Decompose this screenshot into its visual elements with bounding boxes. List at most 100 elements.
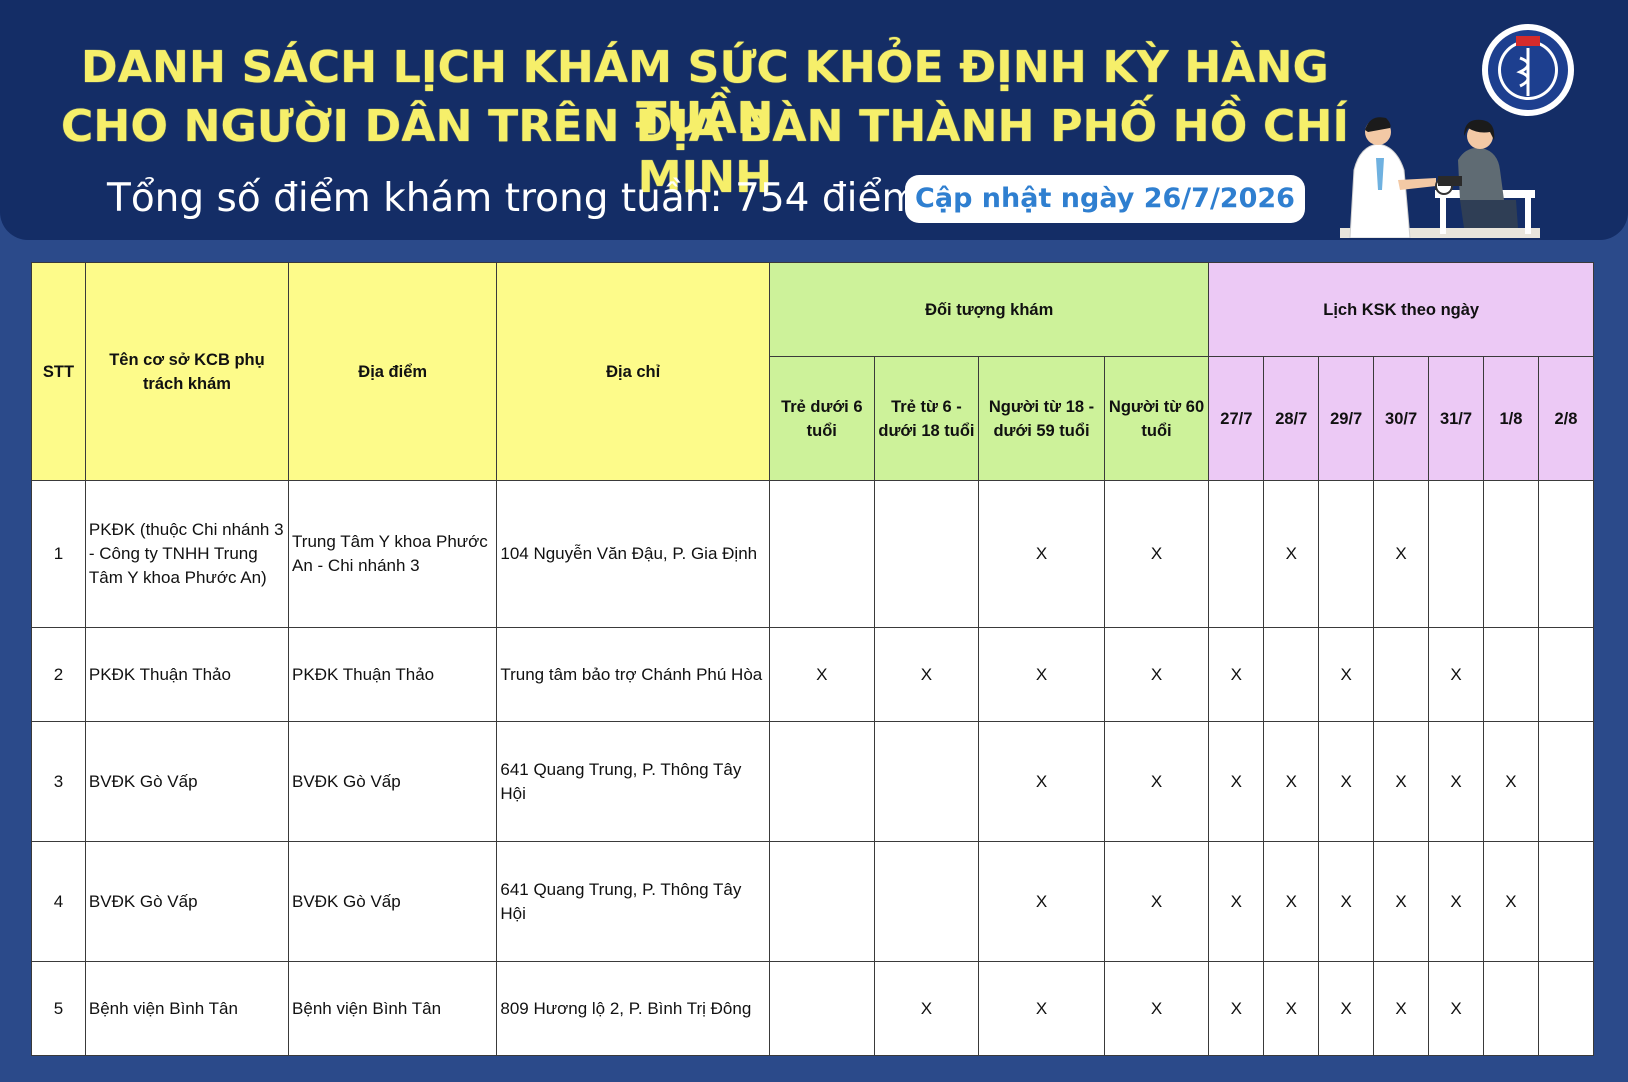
row-target-mark: X (978, 480, 1105, 628)
header-address: Địa chỉ (496, 262, 770, 481)
row-stt: 4 (31, 841, 86, 962)
header-schedule-group: Lịch KSK theo ngày (1208, 262, 1594, 357)
row-target-mark: X (873, 627, 980, 722)
header-day: 1/8 (1482, 356, 1539, 481)
row-day-mark: X (1428, 961, 1484, 1056)
header-facility: Tên cơ sở KCB phụ trách khám (84, 262, 290, 481)
row-address: Trung tâm bảo trợ Chánh Phú Hòa (496, 627, 770, 722)
row-day-mark: X (1208, 961, 1265, 1056)
row-day-mark (1537, 627, 1594, 722)
row-day-mark (1318, 480, 1375, 628)
table-row: 2 PKĐK Thuận Thảo PKĐK Thuận Thảo Trung tâm… (31, 627, 1594, 722)
row-day-mark: X (1428, 627, 1484, 722)
row-day-mark: X (1263, 480, 1320, 628)
row-day-mark (1537, 721, 1594, 842)
row-facility: BVĐK Gò Vấp (84, 721, 290, 842)
header-day: 27/7 (1208, 356, 1265, 481)
table-row: 3 BVĐK Gò Vấp BVĐK Gò Vấp 641 Quang Trung, … (31, 721, 1594, 842)
row-day-mark (1373, 627, 1430, 722)
row-stt: 5 (31, 961, 86, 1056)
header-target-group: Đối tượng khám (768, 262, 1210, 357)
header-day: 29/7 (1318, 356, 1375, 481)
row-day-mark: X (1373, 961, 1430, 1056)
row-day-mark: X (1263, 841, 1320, 962)
row-target-mark: X (768, 627, 875, 722)
row-day-mark (1537, 841, 1594, 962)
row-target-mark (768, 841, 875, 962)
row-location: Trung Tâm Y khoa Phước An - Chi nhánh 3 (288, 480, 498, 628)
row-day-mark: X (1318, 627, 1375, 722)
row-address: 809 Hương lộ 2, P. Bình Trị Đông (496, 961, 770, 1056)
row-target-mark: X (1103, 480, 1210, 628)
doctor-patient-illustration (1340, 117, 1540, 238)
row-day-mark: X (1482, 841, 1539, 962)
row-target-mark: X (1103, 841, 1210, 962)
row-target-mark (768, 721, 875, 842)
row-day-mark (1482, 627, 1539, 722)
row-day-mark: X (1428, 721, 1484, 842)
row-day-mark (1263, 627, 1320, 722)
row-target-mark: X (978, 961, 1105, 1056)
row-target-mark (873, 480, 980, 628)
row-target-mark (873, 841, 980, 962)
row-stt: 2 (31, 627, 86, 722)
row-day-mark (1537, 480, 1594, 628)
row-day-mark: X (1318, 961, 1375, 1056)
row-stt: 1 (31, 480, 86, 628)
row-day-mark: X (1208, 721, 1265, 842)
row-target-mark: X (1103, 721, 1210, 842)
row-day-mark: X (1263, 961, 1320, 1056)
row-facility: BVĐK Gò Vấp (84, 841, 290, 962)
row-target-mark: X (1103, 627, 1210, 722)
row-day-mark: X (1428, 841, 1484, 962)
row-target-mark: X (978, 627, 1105, 722)
health-department-logo-icon (1482, 24, 1574, 116)
table-body: 1 PKĐK (thuộc Chi nhánh 3 - Công ty TNHH … (31, 480, 1594, 1056)
row-target-mark: X (978, 721, 1105, 842)
table-row: 5 Bệnh viện Bình Tân Bệnh viện Bình Tân 809… (31, 961, 1594, 1056)
row-day-mark: X (1373, 841, 1430, 962)
update-date-badge: Cập nhật ngày 26/7/2026 (905, 175, 1305, 223)
row-address: 641 Quang Trung, P. Thông Tây Hội (496, 721, 770, 842)
row-day-mark: X (1208, 841, 1265, 962)
row-day-mark: X (1373, 721, 1430, 842)
row-day-mark (1208, 480, 1265, 628)
row-address: 641 Quang Trung, P. Thông Tây Hội (496, 841, 770, 962)
row-facility: PKĐK (thuộc Chi nhánh 3 - Công ty TNHH T… (84, 480, 290, 628)
row-location: BVĐK Gò Vấp (288, 721, 498, 842)
row-day-mark (1482, 480, 1539, 628)
table-header-row-1: STT Tên cơ sở KCB phụ trách khám Địa điể… (31, 262, 1594, 481)
header-target-under-6: Trẻ dưới 6 tuổi (768, 356, 875, 481)
row-target-mark (768, 961, 875, 1056)
header-day: 31/7 (1428, 356, 1484, 481)
header-stt: STT (31, 262, 86, 481)
row-target-mark: X (1103, 961, 1210, 1056)
row-day-mark: X (1318, 721, 1375, 842)
row-day-mark (1482, 961, 1539, 1056)
header-day: 2/8 (1537, 356, 1594, 481)
row-location: BVĐK Gò Vấp (288, 841, 498, 962)
table-row: 1 PKĐK (thuộc Chi nhánh 3 - Công ty TNHH … (31, 480, 1594, 628)
row-day-mark (1428, 480, 1484, 628)
row-day-mark: X (1373, 480, 1430, 628)
row-location: PKĐK Thuận Thảo (288, 627, 498, 722)
row-day-mark: X (1263, 721, 1320, 842)
header-location: Địa điểm (288, 262, 498, 481)
header-target-6-18: Trẻ từ 6 - dưới 18 tuổi (873, 356, 980, 481)
header-target-60-plus: Người từ 60 tuổi (1103, 356, 1210, 481)
table-row: 4 BVĐK Gò Vấp BVĐK Gò Vấp 641 Quang Trung, … (31, 841, 1594, 962)
row-day-mark: X (1482, 721, 1539, 842)
row-location: Bệnh viện Bình Tân (288, 961, 498, 1056)
row-target-mark: X (873, 961, 980, 1056)
total-points-text: Tổng số điểm khám trong tuần: 754 điểm (107, 176, 920, 221)
row-facility: Bệnh viện Bình Tân (84, 961, 290, 1056)
row-target-mark (768, 480, 875, 628)
header-day: 28/7 (1263, 356, 1320, 481)
schedule-table-container: STT Tên cơ sở KCB phụ trách khám Địa điể… (31, 262, 1594, 1082)
row-target-mark (873, 721, 980, 842)
header-target-18-59: Người từ 18 - dưới 59 tuổi (978, 356, 1105, 481)
schedule-table: STT Tên cơ sở KCB phụ trách khám Địa điể… (31, 262, 1594, 1056)
header-day: 30/7 (1373, 356, 1430, 481)
row-target-mark: X (978, 841, 1105, 962)
row-address: 104 Nguyễn Văn Đậu, P. Gia Định (496, 480, 770, 628)
